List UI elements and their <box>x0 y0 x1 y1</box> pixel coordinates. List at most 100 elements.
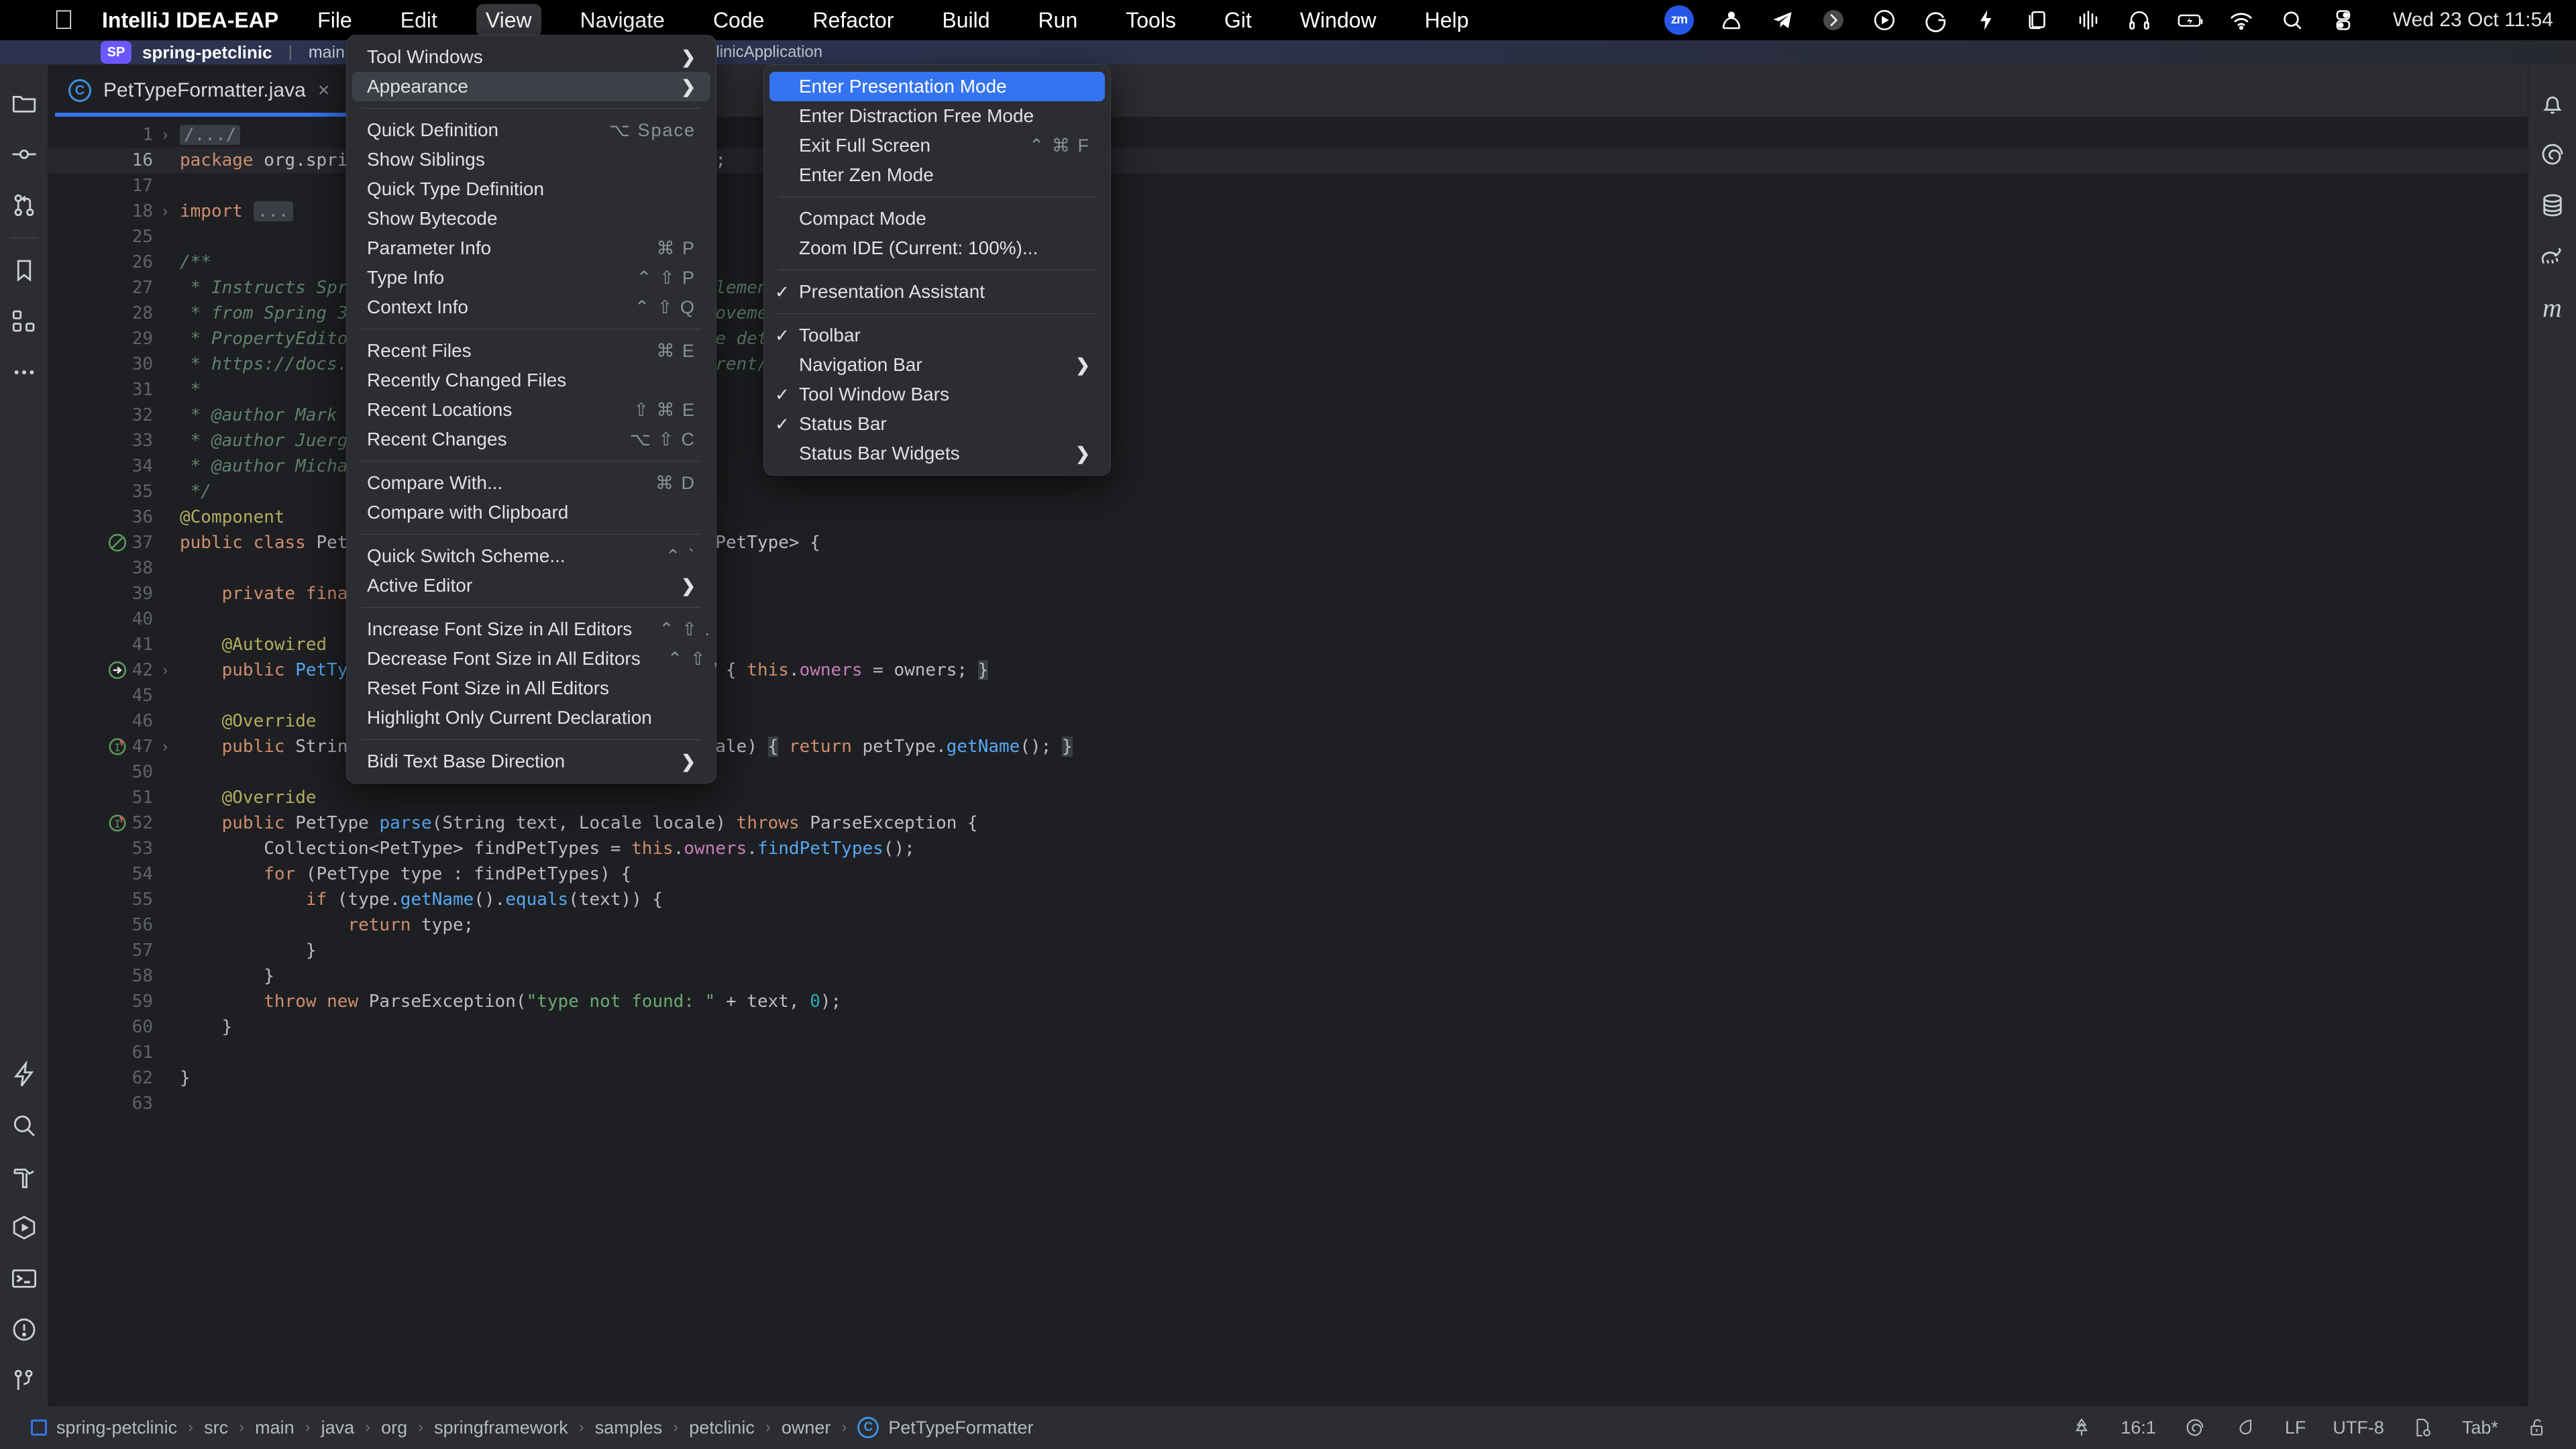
code-line[interactable]: for (PetType type : findPetTypes) { <box>162 861 2528 887</box>
gutter-line[interactable]: 27 <box>48 275 162 301</box>
grammarly-icon[interactable] <box>1922 7 1949 34</box>
code-line[interactable]: throw new ParseException("type not found… <box>162 989 2528 1014</box>
gutter-line[interactable]: 25 <box>48 224 162 250</box>
menu-item-toolbar[interactable]: ✓ Toolbar <box>769 321 1105 350</box>
battery-charging-icon[interactable] <box>2177 7 2204 34</box>
menu-item-decrease-font-size-in-all-editors[interactable]: Decrease Font Size in All Editors ⌃ ⇧ , <box>352 644 718 674</box>
spring-icon[interactable] <box>2183 1415 2207 1440</box>
terminal-icon[interactable] <box>0 1253 48 1304</box>
menu-item-tool-window-bars[interactable]: ✓ Tool Window Bars <box>769 380 1105 409</box>
git-branch-label[interactable]: main <box>309 43 345 62</box>
breadcrumb-item[interactable]: springframework <box>434 1417 568 1438</box>
audio-levels-icon[interactable] <box>2075 7 2102 34</box>
project-name[interactable]: spring-petclinic <box>142 42 272 63</box>
menu-item-recent-locations[interactable]: Recent Locations ⇧ ⌘ E <box>352 395 710 425</box>
code-line[interactable]: } <box>162 1014 2528 1040</box>
menu-item-enter-distraction-free-mode[interactable]: Enter Distraction Free Mode <box>769 101 1105 131</box>
database-icon[interactable] <box>2528 180 2576 231</box>
menu-item-bidi-text-base-direction[interactable]: Bidi Text Base Direction ❯ <box>352 747 710 776</box>
gutter-line[interactable]: 58 <box>48 963 162 989</box>
menu-item-enter-zen-mode[interactable]: Enter Zen Mode <box>769 160 1105 190</box>
gutter-line[interactable]: 62 <box>48 1065 162 1091</box>
gutter-line[interactable]: 18 › <box>48 199 168 224</box>
gutter-line[interactable]: 38 <box>48 555 162 581</box>
breadcrumb-item[interactable]: java <box>321 1417 355 1438</box>
gutter-line[interactable]: 54 <box>48 861 162 887</box>
close-icon[interactable]: × <box>318 80 330 101</box>
menu-item-exit-full-screen[interactable]: Exit Full Screen ⌃ ⌘ F <box>769 131 1105 160</box>
code-line[interactable]: } <box>162 963 2528 989</box>
gutter-line[interactable]: 35 <box>48 479 162 504</box>
menu-item-compact-mode[interactable]: Compact Mode <box>769 204 1105 233</box>
menu-item-quick-type-definition[interactable]: Quick Type Definition <box>352 174 710 204</box>
gutter-line[interactable]: 33 <box>48 428 162 453</box>
raycast-icon[interactable] <box>1973 7 2000 34</box>
gutter-line[interactable]: 39 <box>48 581 162 606</box>
menu-item-presentation-assistant[interactable]: ✓ Presentation Assistant <box>769 277 1105 307</box>
editor-gutter[interactable]: 1 › 16 17 18 › 25 26 27 28 29 30 31 32 33 34 35 36 37 38 39 4… <box>48 117 168 1406</box>
macbar-menu-view[interactable]: View <box>476 3 541 37</box>
structure-icon[interactable] <box>0 296 48 347</box>
gutter-line[interactable]: 52 I <box>48 810 162 836</box>
gutter-line[interactable]: 53 <box>48 836 162 861</box>
macbar-menu-edit[interactable]: Edit <box>391 4 447 37</box>
menu-item-compare-with[interactable]: Compare With... ⌘ D <box>352 468 710 498</box>
menu-item-status-bar[interactable]: ✓ Status Bar <box>769 409 1105 439</box>
menu-item-appearance[interactable]: Appearance ❯ <box>352 72 710 101</box>
gutter-line[interactable]: 57 <box>48 938 162 963</box>
shottr-icon[interactable] <box>1820 7 1847 34</box>
appearance-submenu[interactable]: Enter Presentation Mode Enter Distraction… <box>763 64 1111 476</box>
gutter-line[interactable]: 46 <box>48 708 162 734</box>
problems-icon[interactable] <box>0 1304 48 1355</box>
macbar-menu-run[interactable]: Run <box>1029 4 1087 37</box>
code-line[interactable]: Collection<PetType> findPetTypes = this.… <box>162 836 2528 861</box>
spring-icon[interactable] <box>2528 129 2576 180</box>
editor-tab-pettypeformatter[interactable]: C PetTypeFormatter.java × <box>48 64 354 117</box>
file-settings-icon[interactable] <box>2411 1415 2435 1440</box>
code-line[interactable]: } <box>162 938 2528 963</box>
run-icon[interactable] <box>0 1202 48 1253</box>
notifications-bell-icon[interactable] <box>2528 78 2576 129</box>
gutter-line[interactable]: 40 <box>48 606 162 632</box>
macbar-app-name[interactable]: IntelliJ IDEA-EAP <box>102 8 278 33</box>
gradle-icon[interactable] <box>2528 231 2576 282</box>
gutter-line[interactable]: 1 › <box>48 122 168 148</box>
bookmarks-icon[interactable] <box>0 245 48 296</box>
code-line[interactable]: @Override <box>162 785 2528 810</box>
apple-logo-icon[interactable]:  <box>54 7 74 34</box>
gutter-line[interactable]: 31 <box>48 377 162 402</box>
gutter-line[interactable]: 55 <box>48 887 162 912</box>
breadcrumb-item[interactable]: org <box>381 1417 407 1438</box>
gutter-line[interactable]: 34 <box>48 453 162 479</box>
find-icon[interactable] <box>0 1100 48 1151</box>
menu-item-active-editor[interactable]: Active Editor ❯ <box>352 571 710 600</box>
gutter-line[interactable]: 61 <box>48 1040 162 1065</box>
gutter-marker-bean[interactable] <box>107 533 127 553</box>
menu-item-type-info[interactable]: Type Info ⌃ ⇧ P <box>352 263 710 292</box>
macbar-menu-refactor[interactable]: Refactor <box>803 4 903 37</box>
menu-item-navigation-bar[interactable]: Navigation Bar ❯ <box>769 350 1105 380</box>
spotlight-search-icon[interactable] <box>2279 7 2306 34</box>
menu-item-recent-files[interactable]: Recent Files ⌘ E <box>352 336 710 366</box>
macbar-menu-navigate[interactable]: Navigate <box>571 4 674 37</box>
gutter-line[interactable]: 37 <box>48 530 162 555</box>
breadcrumb-item[interactable]: petclinic <box>689 1417 755 1438</box>
control-center-icon[interactable] <box>2330 7 2357 34</box>
indent-setting[interactable]: Tab* <box>2462 1417 2498 1438</box>
gutter-line[interactable]: 32 <box>48 402 162 428</box>
breadcrumb[interactable]: spring-petclinic › src › main › java › org › sprin… <box>31 1417 1033 1438</box>
gutter-line[interactable]: 60 <box>48 1014 162 1040</box>
gutter-line[interactable]: 59 <box>48 989 162 1014</box>
gutter-marker-autowire[interactable] <box>107 660 127 680</box>
gutter-line[interactable]: 17 <box>48 173 162 199</box>
macbar-menu-tools[interactable]: Tools <box>1116 4 1185 37</box>
rectangle-icon[interactable] <box>2024 7 2051 34</box>
gutter-marker-impl[interactable]: I <box>107 737 127 757</box>
project-icon[interactable] <box>0 78 48 129</box>
gutter-line[interactable]: 41 <box>48 632 162 657</box>
lock-icon[interactable] <box>2525 1415 2549 1440</box>
gutter-line[interactable]: 36 <box>48 504 162 530</box>
macbar-menu-git[interactable]: Git <box>1215 4 1261 37</box>
menu-item-parameter-info[interactable]: Parameter Info ⌘ P <box>352 233 710 263</box>
menu-item-reset-font-size-in-all-editors[interactable]: Reset Font Size in All Editors <box>352 674 710 703</box>
